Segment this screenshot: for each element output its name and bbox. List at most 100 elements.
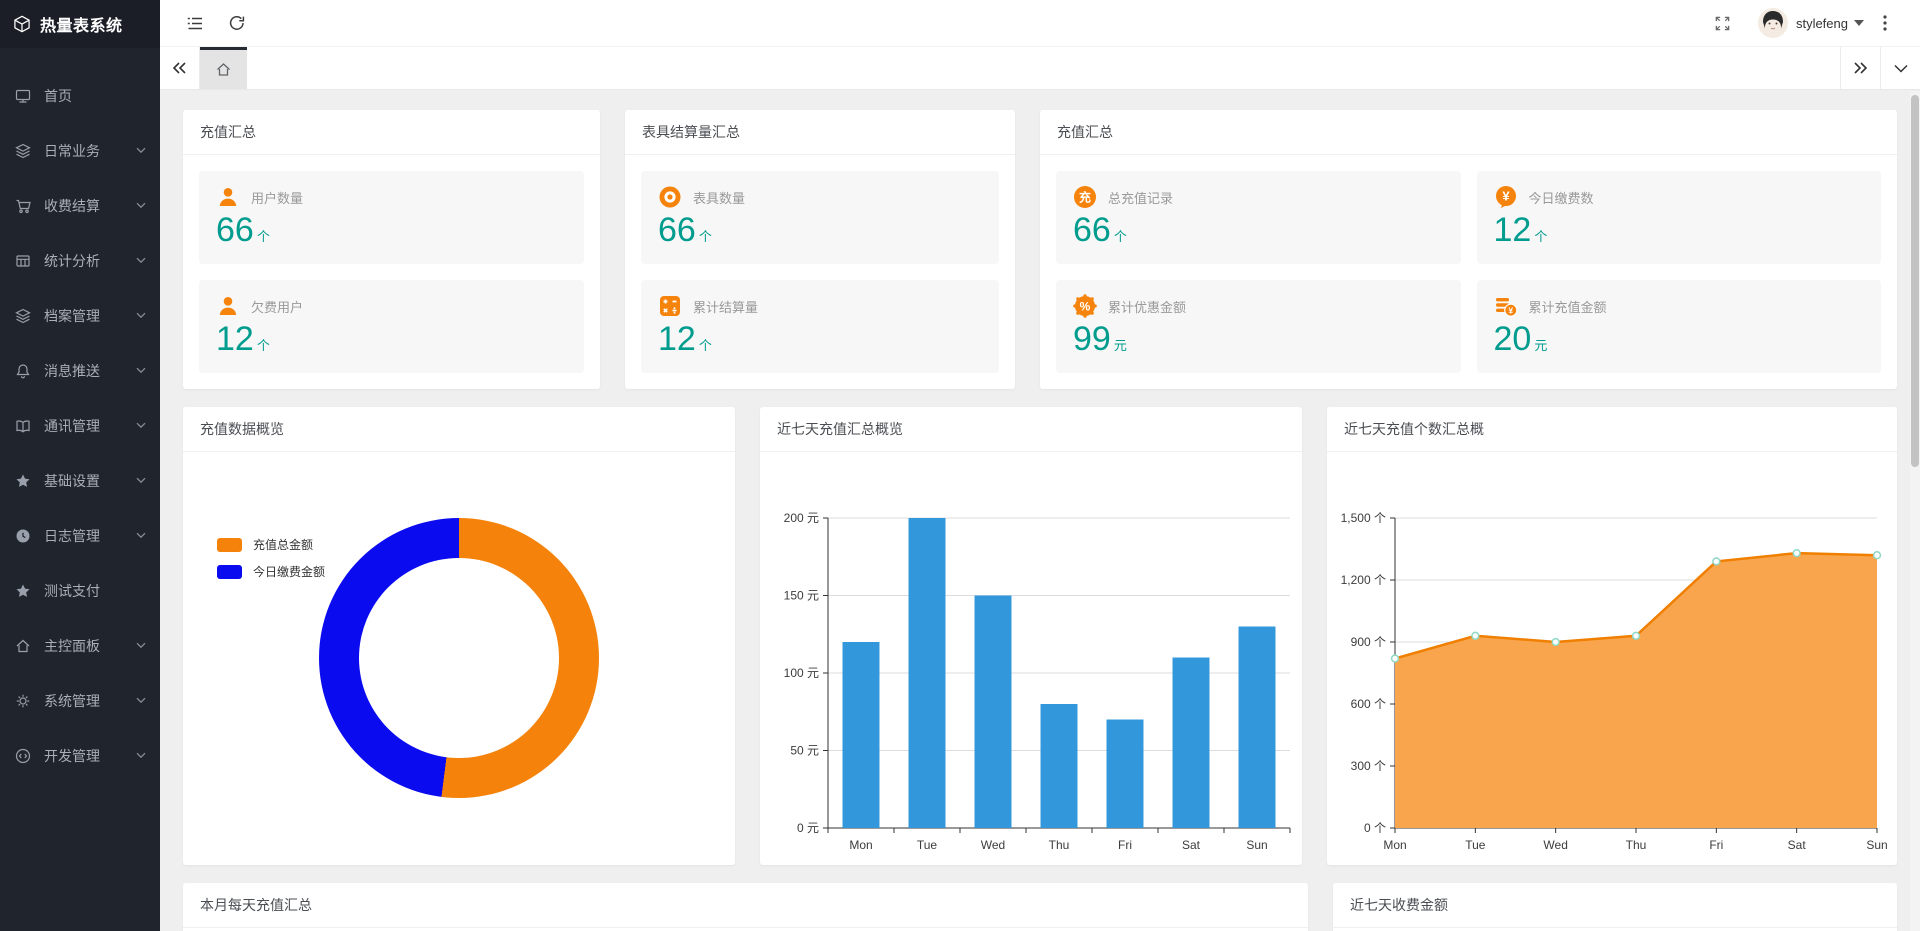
svg-text:Sun: Sun — [1866, 838, 1887, 852]
recharge-icon: 充 — [1073, 185, 1097, 209]
scrollbar-thumb[interactable] — [1911, 95, 1919, 467]
svg-text:Sat: Sat — [1788, 838, 1807, 852]
sidebar-item-development[interactable]: 开发管理 — [0, 728, 160, 783]
tab-home[interactable] — [200, 47, 247, 89]
legend-label: 今日缴费金额 — [253, 563, 325, 580]
stat-label: 总充值记录 — [1108, 188, 1173, 207]
sidebar-item-statistics[interactable]: 统计分析 — [0, 233, 160, 288]
dashboard-icon — [14, 88, 31, 104]
layers-icon — [14, 143, 31, 159]
stat-label: 欠费用户 — [251, 297, 303, 316]
sidebar-item-home[interactable]: 首页 — [0, 68, 160, 123]
home-tab-icon — [215, 61, 232, 78]
caret-down-icon[interactable] — [1854, 20, 1864, 26]
app-logo: 热量表系统 — [0, 0, 160, 48]
svg-text:充: 充 — [1079, 189, 1091, 204]
username[interactable]: stylefeng — [1796, 16, 1848, 31]
tabs-scroll-left-button[interactable] — [160, 47, 200, 89]
sidebar-item-label: 档案管理 — [44, 306, 136, 326]
refresh-icon — [228, 14, 246, 32]
sidebar-nav: 首页 日常业务 收费结算 统计分析 — [0, 48, 160, 783]
sidebar-item-fee-settlement[interactable]: 收费结算 — [0, 178, 160, 233]
svg-text:Thu: Thu — [1049, 838, 1070, 852]
card-meter-settlement: 表具结算量汇总 表具数量 66个 — [625, 110, 1015, 389]
donut-ring — [319, 518, 599, 798]
legend-item[interactable]: 今日缴费金额 — [217, 563, 325, 580]
svg-text:Wed: Wed — [981, 838, 1005, 852]
sidebar-item-basic-settings[interactable]: 基础设置 — [0, 453, 160, 508]
card-recharge-totals: 充值汇总 充 总充值记录 66个 ¥ — [1040, 110, 1897, 389]
svg-text:50 元: 50 元 — [790, 744, 819, 758]
sidebar-item-daily-business[interactable]: 日常业务 — [0, 123, 160, 178]
book-icon — [14, 418, 31, 434]
charts-row: 充值数据概览 充值总金额 今日缴费金额 — [183, 407, 1897, 865]
stat-meter-count: 表具数量 66个 — [641, 171, 999, 264]
stat-label: 今日缴费数 — [1529, 188, 1594, 207]
svg-text:Thu: Thu — [1626, 838, 1647, 852]
svg-text:Fri: Fri — [1709, 838, 1723, 852]
svg-text:Fri: Fri — [1118, 838, 1132, 852]
user-avatar[interactable] — [1758, 8, 1788, 38]
more-menu-button[interactable] — [1864, 0, 1906, 47]
stats-row: 充值汇总 用户数量 66个 欠 — [183, 110, 1897, 389]
stat-label: 用户数量 — [251, 188, 303, 207]
svg-text:0 个: 0 个 — [1364, 821, 1386, 835]
svg-text:1,200 个: 1,200 个 — [1341, 573, 1386, 587]
sidebar-item-message-push[interactable]: 消息推送 — [0, 343, 160, 398]
stat-value: 66个 — [1073, 210, 1444, 251]
layers-icon — [14, 308, 31, 324]
sidebar-item-system[interactable]: 系统管理 — [0, 673, 160, 728]
card-title: 充值汇总 — [183, 110, 600, 155]
stat-label: 表具数量 — [693, 188, 745, 207]
sidebar-item-label: 首页 — [44, 86, 146, 106]
card-week-recharge-amount: 近七天充值汇总概览 0 元50 元100 元150 元200 元MonTueWe… — [760, 407, 1302, 865]
chevron-down-icon — [136, 642, 146, 649]
sidebar-item-label: 收费结算 — [44, 196, 136, 216]
fullscreen-button[interactable] — [1702, 0, 1744, 47]
card-recharge-overview: 充值数据概览 充值总金额 今日缴费金额 — [183, 407, 735, 865]
stat-value: 20元 — [1494, 319, 1865, 360]
sidebar-item-communication[interactable]: 通讯管理 — [0, 398, 160, 453]
sidebar-item-test-payment[interactable]: 测试支付 — [0, 563, 160, 618]
chevron-down-icon — [136, 532, 146, 539]
stat-value: 66个 — [658, 210, 982, 251]
chevron-down-icon — [136, 147, 146, 154]
stat-value: 12个 — [216, 319, 567, 360]
chevron-down-icon — [136, 697, 146, 704]
svg-text:¥: ¥ — [1508, 306, 1513, 316]
sidebar-item-label: 消息推送 — [44, 361, 136, 381]
stat-value: 66个 — [216, 210, 567, 251]
yen-bubble-icon: ¥ — [1494, 185, 1518, 209]
donut-legend: 充值总金额 今日缴费金额 — [217, 536, 325, 590]
sidebar-item-main-panel[interactable]: 主控面板 — [0, 618, 160, 673]
log-icon — [14, 528, 31, 544]
tabs-dropdown-button[interactable] — [1880, 47, 1920, 89]
stat-label: 累计优惠金额 — [1108, 297, 1186, 316]
svg-text:Wed: Wed — [1543, 838, 1567, 852]
page-content: 充值汇总 用户数量 66个 欠 — [160, 90, 1920, 931]
sidebar-item-label: 测试支付 — [44, 581, 146, 601]
card-title: 充值汇总 — [1040, 110, 1897, 155]
sidebar-item-logs[interactable]: 日志管理 — [0, 508, 160, 563]
sidebar-item-label: 统计分析 — [44, 251, 136, 271]
refresh-button[interactable] — [216, 0, 258, 47]
svg-text:900 个: 900 个 — [1351, 635, 1386, 649]
menu-fold-button[interactable] — [174, 0, 216, 47]
card-title: 表具结算量汇总 — [625, 110, 1015, 155]
sidebar-item-archives[interactable]: 档案管理 — [0, 288, 160, 343]
svg-text:150 元: 150 元 — [784, 589, 819, 603]
cube-logo-icon — [13, 15, 31, 33]
legend-swatch — [217, 565, 242, 579]
donut-chart: 充值总金额 今日缴费金额 — [183, 518, 735, 930]
sidebar-item-label: 日常业务 — [44, 141, 136, 161]
stat-user-count: 用户数量 66个 — [199, 171, 584, 264]
tabs-scroll-right-button[interactable] — [1840, 47, 1880, 89]
gear-icon — [14, 693, 31, 709]
card-title: 充值数据概览 — [183, 407, 735, 452]
legend-item[interactable]: 充值总金额 — [217, 536, 325, 553]
user-icon — [216, 294, 240, 318]
coins-icon: ¥ — [1494, 294, 1518, 318]
svg-text:100 元: 100 元 — [784, 666, 819, 680]
svg-text:Tue: Tue — [1465, 838, 1486, 852]
sidebar-item-label: 日志管理 — [44, 526, 136, 546]
